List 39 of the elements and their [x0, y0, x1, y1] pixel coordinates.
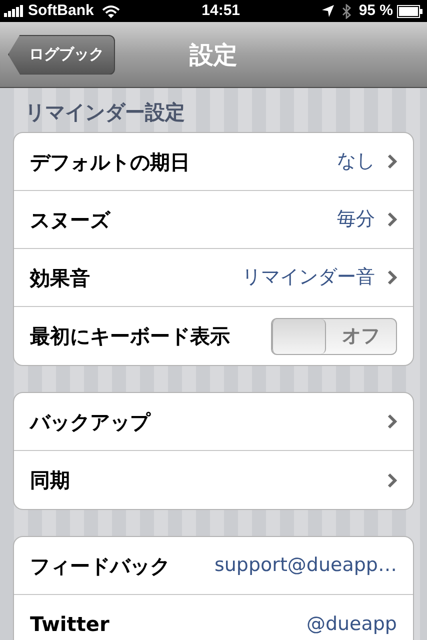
row-value: なし	[337, 149, 375, 174]
row-label: 効果音	[30, 264, 90, 292]
location-arrow-icon	[322, 5, 334, 17]
chevron-icon	[387, 212, 397, 227]
clock: 14:51	[202, 0, 240, 21]
signal-icon	[4, 5, 24, 17]
settings-row[interactable]: 効果音 リマインダー音	[14, 249, 413, 307]
chevron-icon	[387, 270, 397, 285]
row-value: @dueapp	[306, 612, 397, 637]
row-value: 毎分	[337, 207, 375, 232]
settings-row[interactable]: スヌーズ 毎分	[14, 191, 413, 249]
settings-row[interactable]: バックアップ	[14, 393, 413, 451]
chevron-icon	[387, 154, 397, 169]
toggle-switch[interactable]: オフ	[271, 318, 397, 354]
section-header: リマインダー設定	[24, 100, 186, 124]
row-label: フィードバック	[30, 552, 170, 580]
settings-row[interactable]: 同期	[14, 451, 413, 509]
row-label: デフォルトの期日	[30, 148, 190, 176]
toggle-knob[interactable]	[272, 318, 326, 354]
bluetooth-icon	[342, 4, 351, 18]
settings-row[interactable]: フィードバック support@dueapp…	[14, 537, 413, 595]
carrier-name: SoftBank	[28, 0, 94, 21]
row-value: リマインダー音	[242, 265, 375, 290]
row-label: 同期	[30, 467, 70, 494]
settings-row[interactable]: Twitter @dueapp	[14, 595, 413, 640]
battery-percent: 95 %	[358, 0, 394, 21]
row-label: バックアップ	[30, 408, 150, 436]
navigation-title: 設定	[190, 40, 238, 70]
row-label: Twitter	[30, 611, 110, 638]
settings-row[interactable]: デフォルトの期日 なし	[14, 133, 413, 191]
chevron-icon	[387, 414, 397, 429]
row-value: support@dueapp…	[214, 553, 397, 578]
back-button[interactable]: ログブック	[8, 34, 115, 74]
row-label: 最初にキーボード表示	[30, 323, 230, 350]
battery-icon	[397, 4, 424, 18]
wifi-icon	[102, 4, 120, 18]
row-label: スヌーズ	[30, 206, 110, 234]
chevron-icon	[387, 472, 397, 488]
toggle-label: オフ	[341, 324, 381, 349]
